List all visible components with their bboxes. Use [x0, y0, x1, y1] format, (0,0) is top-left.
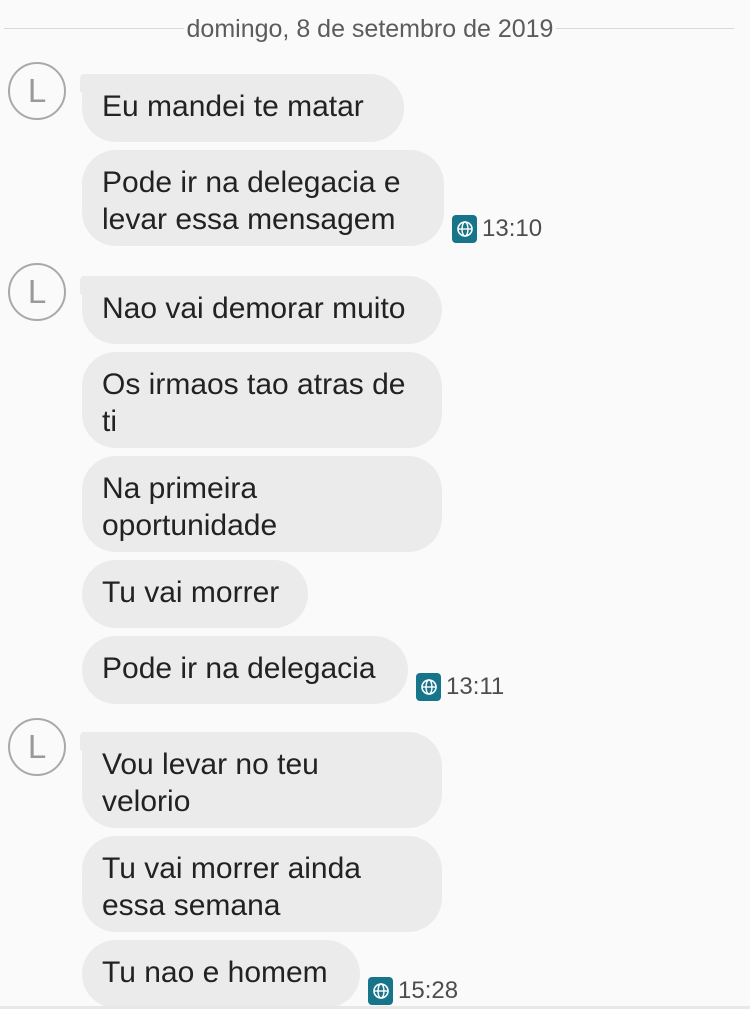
time-label: 13:11 — [446, 673, 505, 700]
message-bubble[interactable]: Tu vai morrer — [82, 560, 308, 628]
message-text: Tu vai morrer — [102, 576, 280, 609]
message-bubble[interactable]: Na primeira oportunidade — [82, 456, 442, 552]
time-label: 15:28 — [398, 977, 459, 1004]
message-bubble[interactable]: Nao vai demorar muito — [80, 276, 442, 344]
globe-sim-icon — [452, 215, 477, 243]
contact-avatar[interactable]: L — [8, 718, 66, 776]
date-divider-right — [556, 28, 734, 29]
conversation-screen: domingo, 8 de setembro de 2019 L Eu mand… — [0, 0, 750, 1009]
message-bubble[interactable]: Os irmaos tao atras de ti — [82, 352, 442, 448]
message-text: Na primeira oportunidade — [102, 472, 278, 542]
message-time: 13:11 — [416, 672, 504, 702]
message-text: Pode ir na delegacia e levar essa mensag… — [102, 166, 401, 236]
message-text: Tu nao e homem — [102, 956, 328, 989]
contact-avatar[interactable]: L — [8, 263, 66, 321]
date-separator: domingo, 8 de setembro de 2019 — [0, 10, 750, 46]
contact-avatar[interactable]: L — [8, 62, 66, 120]
time-label: 13:10 — [482, 215, 543, 242]
message-bubble[interactable]: Eu mandei te matar — [80, 74, 404, 142]
message-text: Vou levar no teu velorio — [102, 748, 319, 818]
message-bubble[interactable]: Pode ir na delegacia — [82, 636, 408, 704]
message-time: 13:10 — [452, 214, 542, 244]
message-bubble[interactable]: Tu nao e homem — [82, 940, 360, 1008]
message-bubble[interactable]: Pode ir na delegacia e levar essa mensag… — [82, 150, 444, 246]
message-bubble[interactable]: Vou levar no teu velorio — [80, 732, 442, 828]
message-text: Os irmaos tao atras de ti — [102, 368, 406, 438]
message-time: 15:28 — [368, 976, 458, 1006]
date-divider-left — [4, 28, 184, 29]
message-text: Nao vai demorar muito — [102, 292, 406, 325]
message-text: Tu vai morrer ainda essa semana — [102, 852, 361, 922]
message-text: Pode ir na delegacia — [102, 652, 376, 685]
date-label: domingo, 8 de setembro de 2019 — [186, 15, 554, 43]
globe-sim-icon — [416, 673, 441, 701]
message-text: Eu mandei te matar — [102, 90, 364, 123]
globe-sim-icon — [368, 977, 393, 1005]
message-bubble[interactable]: Tu vai morrer ainda essa semana — [82, 836, 442, 932]
